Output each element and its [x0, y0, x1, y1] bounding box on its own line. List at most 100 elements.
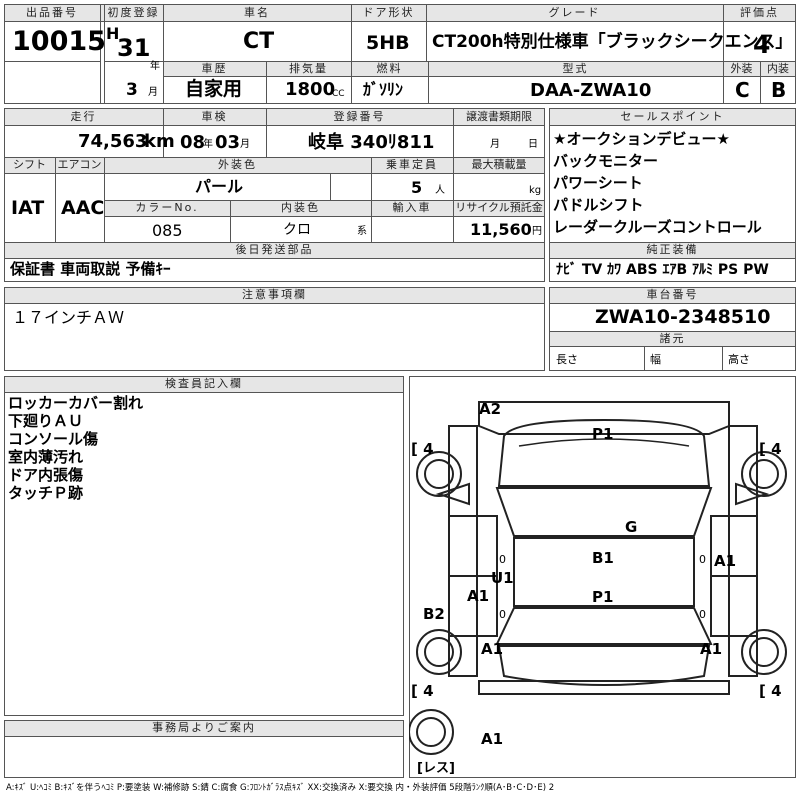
- displacement: 1800: [285, 79, 336, 100]
- month-unit: 月: [148, 87, 158, 98]
- tire-depth: [ 4: [759, 682, 782, 700]
- car-name: CT: [243, 29, 275, 54]
- spare-status: [レス]: [417, 761, 455, 776]
- damage-mark: B2: [423, 605, 445, 623]
- registration: 岐阜 340ﾘ811: [308, 132, 435, 153]
- shift: IAT: [11, 197, 45, 219]
- svg-text:0: 0: [699, 608, 706, 621]
- int-color: クロ: [283, 222, 311, 238]
- chassis-number: ZWA10-2348510: [595, 306, 771, 328]
- history: 自家用: [185, 78, 243, 100]
- later-parts: 保証書 車両取説 予備ｷｰ: [10, 260, 171, 278]
- later-parts-label: 後日発送部品: [235, 243, 314, 256]
- svg-text:0: 0: [699, 553, 706, 566]
- sales-point: パワーシート: [553, 174, 643, 192]
- recycle-label: リサイクル預託金: [455, 201, 543, 214]
- people-unit: 人: [435, 185, 445, 196]
- left-body: [448, 425, 478, 677]
- rear-hatch: [497, 645, 711, 686]
- specs-label: 諸元: [659, 332, 686, 345]
- damage-mark: A1: [481, 730, 503, 748]
- year-unit: 年: [150, 61, 160, 72]
- wheel-front-right: [741, 451, 787, 497]
- ac-label: エアコン: [57, 158, 102, 171]
- import-label: 輸入車: [392, 201, 432, 214]
- inspector-label: 検査員記入欄: [165, 377, 243, 390]
- door-label: ドア形状: [362, 6, 415, 19]
- score-label: 評価点: [740, 6, 779, 19]
- width-label: 幅: [650, 353, 661, 366]
- inspector-note: ドア内張傷: [8, 466, 84, 484]
- svg-text:0: 0: [499, 553, 506, 566]
- recycle: 11,560: [470, 220, 532, 239]
- height-label: 高さ: [728, 353, 750, 366]
- inspection-year-unit: 年: [203, 139, 213, 150]
- spare-tire: [409, 709, 454, 755]
- tire-depth: [ 4: [411, 440, 434, 458]
- inspector-note: タッチＰ跡: [8, 484, 84, 502]
- fuel: ｶﾞｿﾘﾝ: [363, 80, 404, 99]
- history-label: 車歴: [201, 62, 228, 75]
- windshield: [495, 487, 713, 537]
- lot-label: 出品番号: [26, 6, 78, 19]
- length-label: 長さ: [556, 353, 578, 366]
- sales-point: ★オークションデビュー★: [553, 130, 730, 148]
- damage-mark: P1: [592, 425, 613, 443]
- lot-number: 10015: [12, 26, 106, 57]
- damage-diagram: A2 P1 G B1 U1 A1 P1 B2 A1 A1 A1 A1 [ 4 […: [409, 400, 787, 776]
- registration-label: 登録番号: [333, 110, 386, 123]
- model-code: DAA-ZWA10: [530, 80, 652, 101]
- equipment: ﾅﾋﾞ TV ｶﾜ ABS ｴｱB ｱﾙﾐ PS PW: [556, 262, 769, 278]
- transfer-month: 月: [490, 139, 500, 150]
- sales-point: バックモニター: [553, 152, 659, 170]
- tire-depth: [ 4: [759, 440, 782, 458]
- tire-depth: [ 4: [411, 682, 434, 700]
- int-color-label: 内装色: [281, 201, 320, 214]
- damage-mark: A1: [481, 640, 503, 658]
- wheel-rear-right: [741, 629, 787, 675]
- sales-point: パドルシフト: [553, 196, 644, 214]
- inspector-note: ロッカーカバー割れ: [8, 394, 144, 412]
- yen-unit: 円: [532, 226, 542, 237]
- first-reg-label: 初度登録: [107, 6, 160, 19]
- exterior-label: 外装: [730, 62, 753, 75]
- capacity: 5: [411, 178, 423, 197]
- inspection-year: 08: [180, 132, 206, 153]
- kg-unit: kg: [529, 185, 542, 196]
- equipment-label: 純正装備: [646, 243, 699, 256]
- max-load-label: 最大積載量: [471, 158, 527, 171]
- displacement-label: 排気量: [289, 62, 328, 75]
- damage-mark: A1: [700, 640, 722, 658]
- ext-color: パール: [195, 177, 244, 196]
- capacity-label: 乗車定員: [386, 158, 438, 171]
- damage-mark: P1: [592, 588, 613, 606]
- chassis-label: 車台番号: [646, 288, 699, 301]
- inspection-month: 03: [215, 132, 241, 153]
- damage-mark: A1: [467, 587, 489, 605]
- color-no: 085: [152, 221, 183, 240]
- model-code-label: 型式: [562, 62, 589, 75]
- door-type: 5HB: [366, 32, 410, 54]
- inspector-note: コンソール傷: [8, 430, 99, 448]
- svg-text:0: 0: [499, 608, 506, 621]
- transfer-label: 譲渡書類期限: [466, 110, 532, 123]
- interior-grade: B: [771, 78, 787, 102]
- color-no-label: カラーNo.: [135, 201, 199, 214]
- score: 4: [753, 30, 771, 59]
- damage-mark: G: [625, 518, 637, 536]
- inspector-note: 下廻りＡＵ: [8, 412, 84, 430]
- notes: １７インチＡＷ: [12, 308, 125, 327]
- wheel-front-left: [416, 451, 462, 497]
- right-body: [728, 425, 758, 677]
- reg-year: 31: [117, 34, 151, 62]
- km-unit: km: [144, 131, 175, 152]
- car-name-label: 車名: [244, 6, 270, 19]
- exterior-grade: C: [735, 78, 750, 102]
- reg-month: 3: [126, 80, 138, 100]
- damage-mark: B1: [592, 549, 614, 567]
- ext-color-label: 外装色: [218, 158, 257, 171]
- sales-points-list: ★オークションデビュー★ バックモニター パワーシート パドルシフト レーダーク…: [553, 128, 762, 238]
- inspector-note: 室内薄汚れ: [8, 448, 84, 466]
- sales-points-label: セールスポイント: [620, 110, 725, 123]
- damage-mark: U1: [491, 569, 514, 587]
